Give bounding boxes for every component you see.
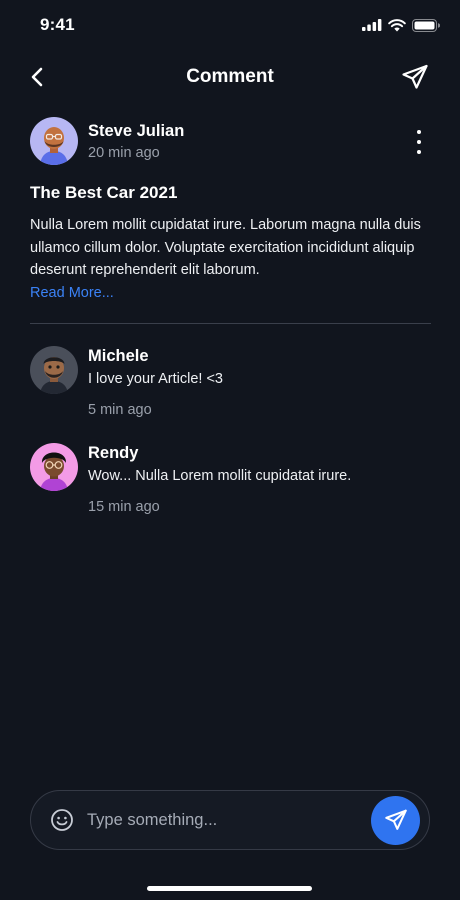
comment-input[interactable] xyxy=(87,810,371,830)
back-button[interactable] xyxy=(30,64,58,90)
read-more-link[interactable]: Read More... xyxy=(30,282,114,304)
signal-icon xyxy=(362,19,382,31)
comment-item: Rendy Wow... Nulla Lorem mollit cupidata… xyxy=(30,443,432,516)
comment-text: Wow... Nulla Lorem mollit cupidatat irur… xyxy=(88,468,352,484)
comment-item: Michele I love your Article! <3 5 min ag… xyxy=(30,346,432,419)
post-body: Nulla Lorem mollit cupidatat irure. Labo… xyxy=(30,217,421,278)
smiley-icon xyxy=(51,809,73,831)
wifi-icon xyxy=(388,18,406,31)
send-button[interactable] xyxy=(371,795,420,845)
comment-timestamp: 5 min ago xyxy=(88,402,152,418)
status-icons xyxy=(362,18,440,32)
page-title: Comment xyxy=(186,66,274,87)
comment-text: I love your Article! <3 xyxy=(88,371,223,387)
post-header: Steve Julian 20 min ago xyxy=(30,117,432,165)
avatar[interactable] xyxy=(30,346,78,394)
avatar-steve-icon xyxy=(30,117,78,165)
avatar[interactable] xyxy=(30,443,78,491)
send-icon xyxy=(402,64,428,89)
divider xyxy=(30,323,431,324)
status-time: 9:41 xyxy=(40,15,75,34)
comment-composer xyxy=(30,790,430,850)
comment-author[interactable]: Rendy xyxy=(88,443,351,463)
post-title: The Best Car 2021 xyxy=(30,183,178,202)
comment-body: Rendy Wow... Nulla Lorem mollit cupidata… xyxy=(88,443,351,516)
battery-icon xyxy=(412,18,440,32)
comment-author[interactable]: Michele xyxy=(88,346,223,366)
comment-body: Michele I love your Article! <3 5 min ag… xyxy=(88,346,223,419)
share-button[interactable] xyxy=(400,63,430,91)
emoji-button[interactable] xyxy=(49,807,75,833)
status-bar: 9:41 xyxy=(0,0,460,50)
avatar-michele-icon xyxy=(30,346,78,394)
comment-timestamp: 15 min ago xyxy=(88,499,160,515)
post: Steve Julian 20 min ago The Best Car 202… xyxy=(30,117,432,304)
send-icon xyxy=(384,809,407,830)
home-indicator xyxy=(147,886,312,891)
nav-bar: Comment xyxy=(0,55,460,99)
author-name[interactable]: Steve Julian xyxy=(88,121,184,142)
post-timestamp: 20 min ago xyxy=(88,144,160,161)
more-vertical-icon xyxy=(417,130,421,134)
author-meta: Steve Julian 20 min ago xyxy=(88,121,184,162)
avatar[interactable] xyxy=(30,117,78,165)
avatar-rendy-icon xyxy=(30,443,78,491)
more-options-button[interactable] xyxy=(414,130,424,154)
chevron-left-icon xyxy=(31,67,43,87)
